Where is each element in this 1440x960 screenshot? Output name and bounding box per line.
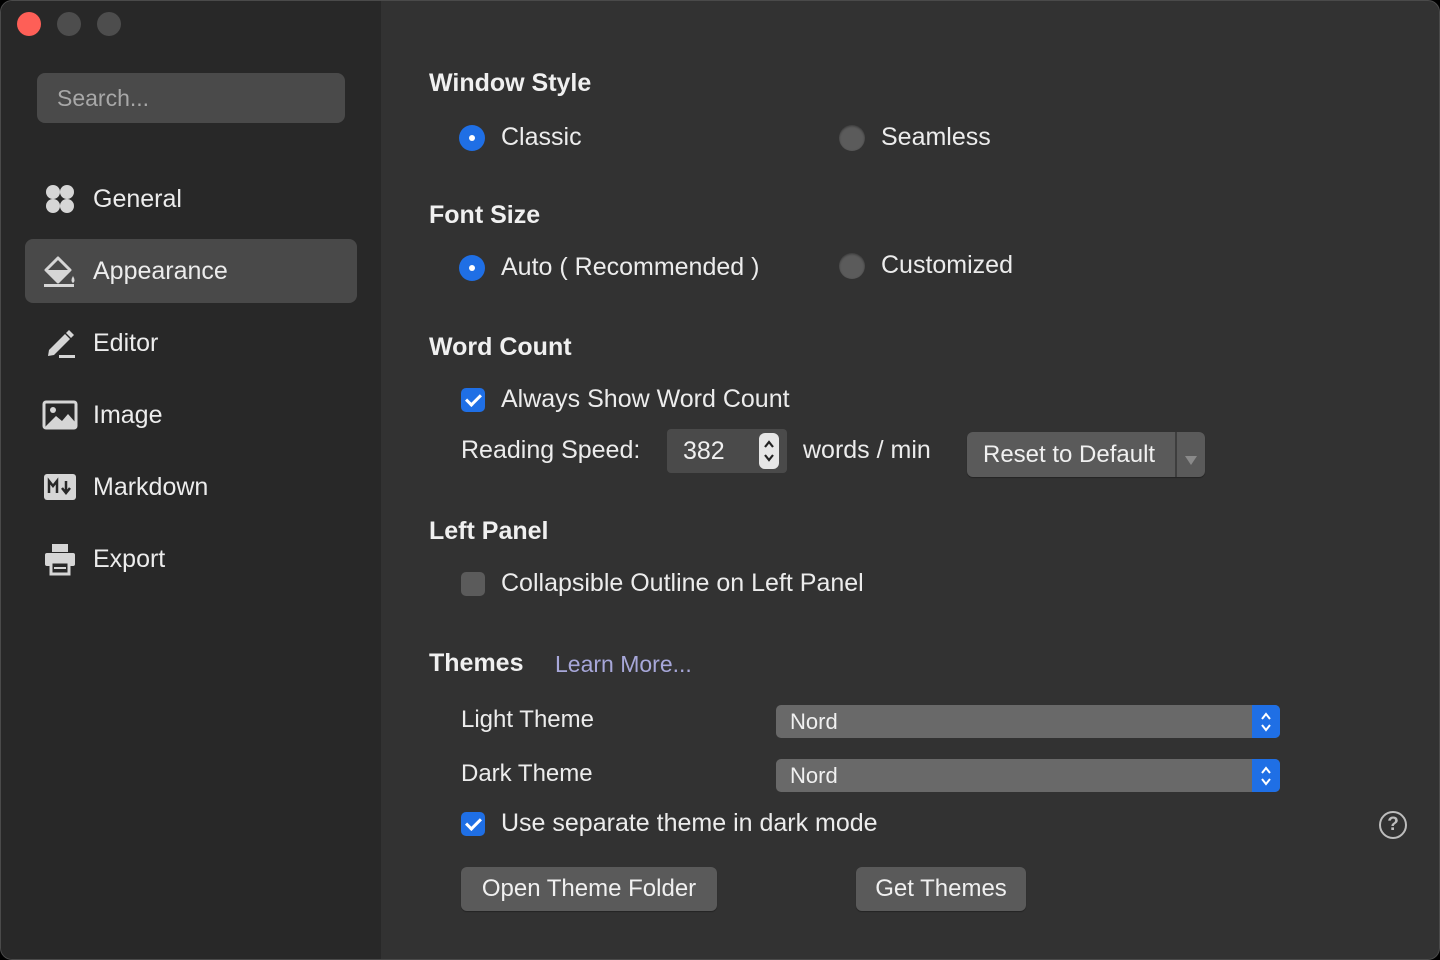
select-arrows-icon — [1252, 759, 1280, 792]
sidebar-item-label: Editor — [93, 328, 159, 357]
radio-label: Seamless — [881, 123, 991, 151]
checkbox-label: Collapsible Outline on Left Panel — [501, 569, 864, 597]
get-themes-button[interactable]: Get Themes — [856, 867, 1026, 911]
markdown-icon — [41, 468, 79, 506]
radio-button-unselected[interactable] — [839, 124, 865, 151]
radio-button-unselected[interactable] — [839, 252, 865, 279]
radio-button-selected[interactable] — [459, 254, 485, 281]
light-theme-label: Light Theme — [461, 706, 594, 733]
checkbox-label: Always Show Word Count — [501, 385, 790, 413]
checkbox-label: Use separate theme in dark mode — [501, 809, 878, 837]
select-arrows-icon — [1252, 705, 1280, 738]
dark-theme-select[interactable]: Nord — [776, 759, 1280, 792]
radio-label: Customized — [881, 251, 1013, 279]
sidebar-item-label: General — [93, 184, 182, 213]
button-divider — [1175, 432, 1177, 477]
image-icon — [41, 396, 79, 434]
checkbox-unchecked[interactable] — [461, 571, 485, 596]
reset-button-label: Reset to Default — [983, 440, 1156, 468]
preferences-window: General Appearance — [0, 0, 1440, 960]
search-input[interactable] — [37, 73, 345, 123]
window-controls — [17, 12, 121, 36]
sidebar-item-label: Markdown — [93, 472, 209, 501]
settings-content: Window Style Classic Seamless Font Size … — [381, 1, 1439, 959]
radio-seamless[interactable]: Seamless — [839, 123, 991, 152]
chevron-down-icon[interactable] — [1185, 445, 1197, 473]
dark-theme-label: Dark Theme — [461, 760, 593, 787]
dark-theme-value: Nord — [790, 762, 838, 788]
sidebar-item-editor[interactable]: Editor — [25, 311, 357, 375]
pencil-icon — [41, 324, 79, 362]
radio-label: Classic — [501, 123, 582, 151]
sidebar-item-label: Export — [93, 544, 166, 573]
light-theme-value: Nord — [790, 708, 838, 734]
window-style-heading: Window Style — [429, 69, 592, 97]
sidebar-item-image[interactable]: Image — [25, 383, 357, 447]
radio-label: Auto ( Recommended ) — [501, 253, 760, 281]
paint-bucket-icon — [41, 252, 79, 290]
font-size-heading: Font Size — [429, 201, 541, 229]
sidebar-item-label: Appearance — [93, 256, 228, 285]
sidebar-item-label: Image — [93, 400, 163, 429]
reset-to-default-button[interactable]: Reset to Default — [967, 432, 1205, 477]
close-window-button[interactable] — [17, 12, 41, 36]
open-theme-folder-button[interactable]: Open Theme Folder — [461, 867, 717, 911]
sidebar-item-general[interactable]: General — [25, 167, 357, 231]
light-theme-select[interactable]: Nord — [776, 705, 1280, 738]
collapsible-outline-checkbox[interactable]: Collapsible Outline on Left Panel — [461, 569, 864, 598]
sidebar-item-appearance[interactable]: Appearance — [25, 239, 357, 303]
themes-heading: Themes — [429, 649, 524, 677]
zoom-window-button[interactable] — [97, 12, 121, 36]
radio-button-selected[interactable] — [459, 124, 485, 151]
reading-speed-label: Reading Speed: — [461, 436, 641, 464]
checkbox-checked[interactable] — [461, 387, 485, 412]
reading-speed-value[interactable]: 382 — [683, 437, 759, 466]
reading-speed-stepper[interactable]: 382 — [667, 429, 787, 473]
stepper-arrows-icon[interactable] — [759, 433, 779, 469]
radio-customized[interactable]: Customized — [839, 251, 1013, 280]
minimize-window-button[interactable] — [57, 12, 81, 36]
sidebar-item-export[interactable]: Export — [25, 527, 357, 591]
checkbox-checked[interactable] — [461, 811, 485, 836]
sidebar-nav: General Appearance Editor Image Markdown… — [25, 167, 357, 599]
left-panel-heading: Left Panel — [429, 517, 549, 545]
printer-icon — [41, 540, 79, 578]
separate-dark-theme-checkbox[interactable]: Use separate theme in dark mode — [461, 809, 878, 838]
word-count-heading: Word Count — [429, 333, 572, 361]
sidebar-item-markdown[interactable]: Markdown — [25, 455, 357, 519]
sidebar: General Appearance — [1, 1, 381, 959]
learn-more-link[interactable]: Learn More... — [555, 651, 692, 678]
radio-auto-recommended[interactable]: Auto ( Recommended ) — [459, 253, 759, 282]
reading-speed-unit: words / min — [803, 436, 931, 464]
help-icon[interactable]: ? — [1379, 811, 1407, 839]
radio-classic[interactable]: Classic — [459, 123, 582, 152]
grid-icon — [41, 180, 79, 218]
always-show-word-count-checkbox[interactable]: Always Show Word Count — [461, 385, 790, 414]
